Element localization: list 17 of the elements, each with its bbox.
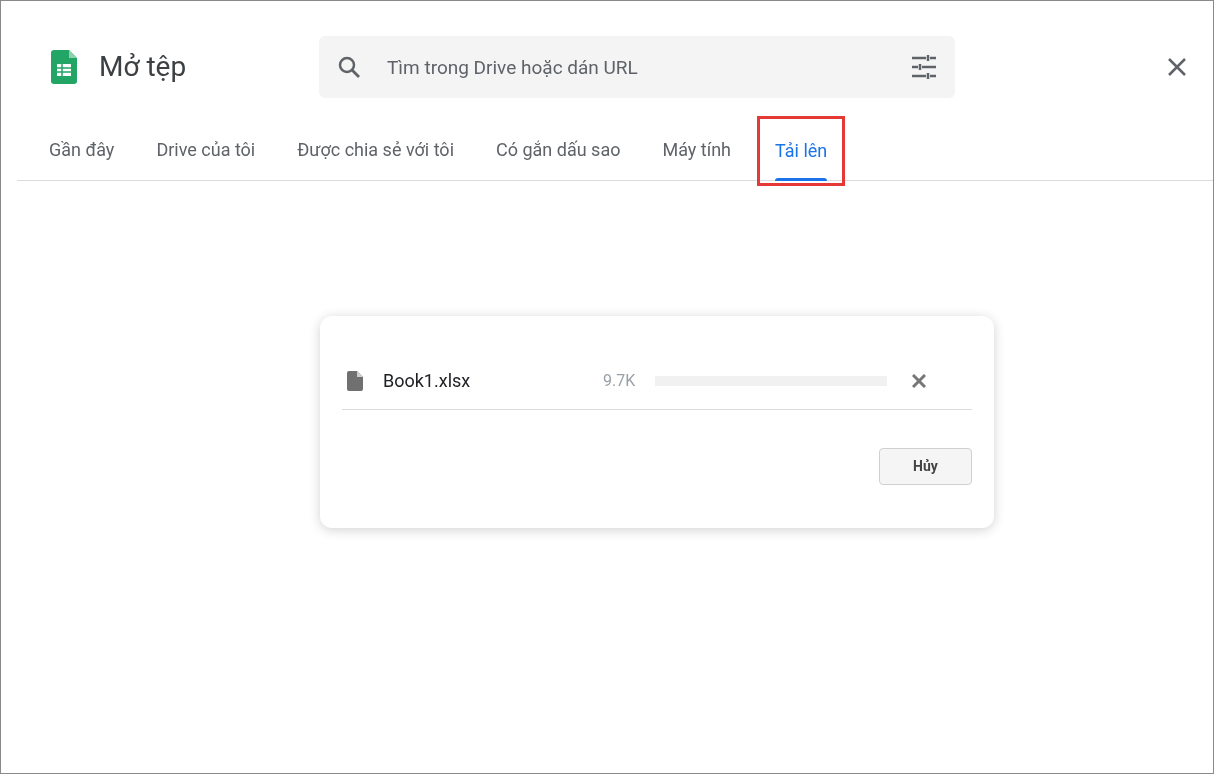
- tab[interactable]: Gần đây: [49, 118, 115, 180]
- search-field[interactable]: Tìm trong Drive hoặc dán URL: [319, 36, 955, 98]
- tab[interactable]: Được chia sẻ với tôi: [297, 118, 454, 180]
- file-size: 9.7K: [603, 369, 637, 392]
- file-icon: [347, 370, 363, 391]
- remove-icon[interactable]: [912, 373, 926, 388]
- search-icon: [337, 55, 361, 79]
- cancel-button[interactable]: Hủy: [879, 448, 972, 485]
- tab[interactable]: Có gắn dấu sao: [496, 118, 621, 180]
- close-icon[interactable]: [1167, 57, 1187, 77]
- filter-sliders-icon[interactable]: [911, 55, 937, 79]
- tab[interactable]: Drive của tôi: [156, 118, 256, 180]
- tab[interactable]: Tải lên: [775, 119, 828, 181]
- tab[interactable]: Máy tính: [662, 118, 731, 180]
- spreadsheet-icon: [51, 50, 77, 84]
- dialog-title: Mở tệp: [99, 49, 188, 85]
- file-name: Book1.xlsx: [383, 369, 472, 393]
